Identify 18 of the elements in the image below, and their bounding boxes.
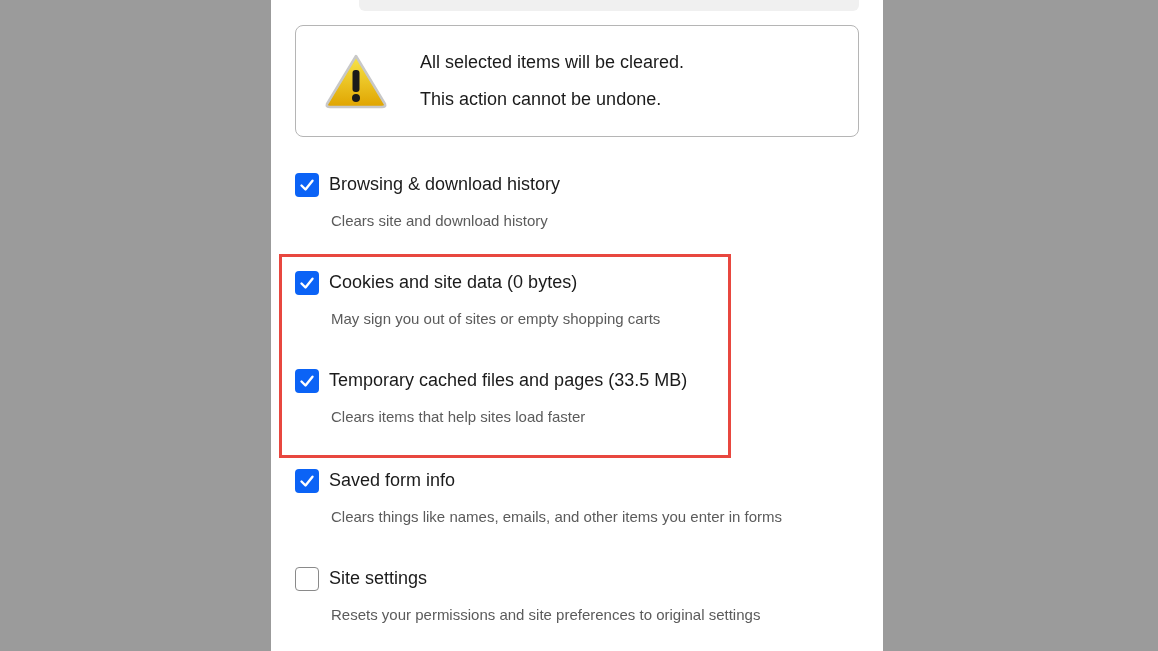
warning-text: This action cannot be undone. <box>420 88 663 111</box>
checkbox[interactable] <box>295 566 319 591</box>
option-description: Resets your permissions and site preferences to original settings <box>331 605 762 625</box>
option-label[interactable]: Saved form info <box>329 467 456 494</box>
warning-icon <box>324 53 388 109</box>
option-label[interactable]: Site settings <box>329 565 428 592</box>
checkbox[interactable] <box>295 368 319 393</box>
option-description: Clears items that help sites load faster <box>331 407 587 427</box>
option-label[interactable]: Browsing & download history <box>329 171 561 198</box>
warning-text: All selected items will be cleared. <box>420 51 685 74</box>
option-description: Clears things like names, emails, and other items you enter in forms <box>331 507 784 527</box>
checkbox[interactable] <box>295 270 319 295</box>
option-label[interactable]: Temporary cached files and pages (33.5 MB) <box>329 367 688 394</box>
option-label[interactable]: Cookies and site data (0 bytes) <box>329 269 578 296</box>
option-description: Clears site and download history <box>331 211 549 231</box>
option-description: May sign you out of sites or empty shopping carts <box>331 309 662 329</box>
checkbox[interactable] <box>295 172 319 197</box>
checkbox[interactable] <box>295 468 319 493</box>
